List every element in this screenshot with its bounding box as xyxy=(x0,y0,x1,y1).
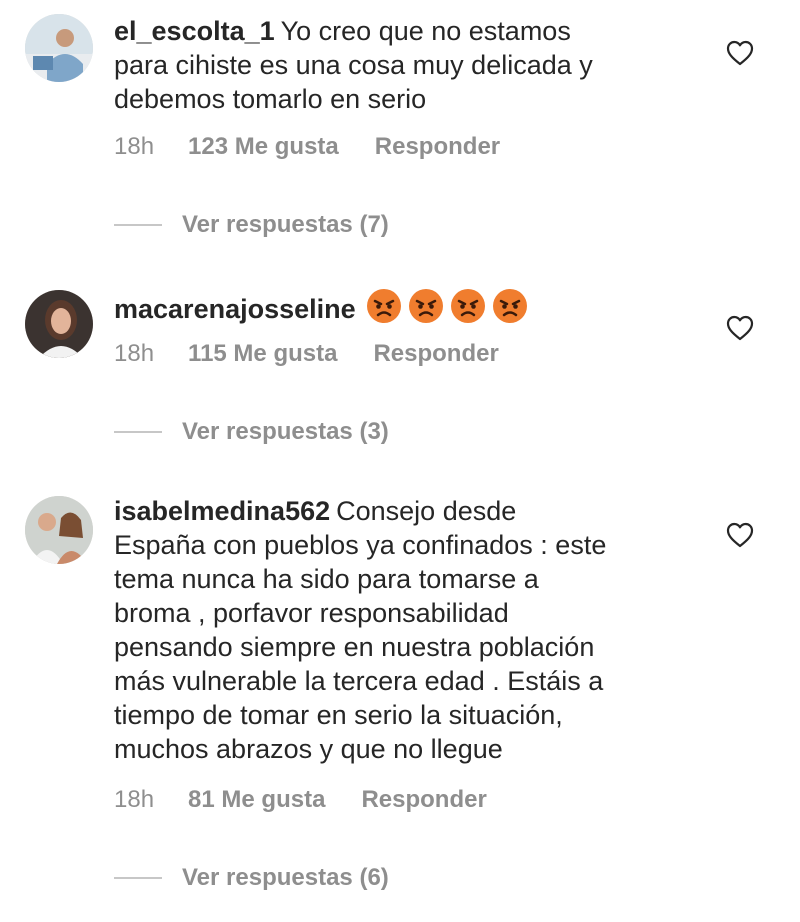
angry-face-icon xyxy=(450,289,485,323)
comment-text-block: el_escolta_1 Yo creo que no estamos para … xyxy=(114,14,684,116)
heart-outline-icon[interactable] xyxy=(726,40,754,66)
comment-likes[interactable]: 123 Me gusta xyxy=(188,133,339,161)
angry-face-icon xyxy=(408,289,443,323)
divider xyxy=(114,877,162,879)
emoji-row xyxy=(366,288,528,324)
angry-face-icon xyxy=(492,289,527,323)
comment-username[interactable]: macarenajosseline xyxy=(114,294,356,324)
reply-button[interactable]: Responder xyxy=(375,133,500,161)
comment-meta: 18h 115 Me gusta Responder xyxy=(114,340,499,368)
comment-time: 18h xyxy=(114,133,155,160)
comment-username[interactable]: el_escolta_1 xyxy=(114,16,275,46)
comment-likes[interactable]: 81 Me gusta xyxy=(188,786,325,814)
comment-time: 18h xyxy=(114,786,155,813)
avatar[interactable] xyxy=(25,290,93,358)
view-replies-label: Ver respuestas (7) xyxy=(182,211,389,238)
heart-outline-icon[interactable] xyxy=(726,315,754,341)
divider xyxy=(114,431,162,433)
view-replies-button[interactable]: Ver respuestas (3) xyxy=(114,418,389,446)
comment-meta: 18h 123 Me gusta Responder xyxy=(114,133,500,161)
heart-outline-icon[interactable] xyxy=(726,522,754,548)
angry-face-icon xyxy=(366,289,401,323)
avatar[interactable] xyxy=(25,14,93,82)
comment-text-block: macarenajosseline xyxy=(114,288,714,326)
comment-username[interactable]: isabelmedina562 xyxy=(114,496,330,526)
view-replies-label: Ver respuestas (3) xyxy=(182,418,389,445)
reply-button[interactable]: Responder xyxy=(373,340,498,368)
comment-time: 18h xyxy=(114,340,155,367)
view-replies-label: Ver respuestas (6) xyxy=(182,864,389,891)
view-replies-button[interactable]: Ver respuestas (7) xyxy=(114,211,389,239)
comment-body: Consejo desde España con pueblos ya conf… xyxy=(114,496,607,764)
view-replies-button[interactable]: Ver respuestas (6) xyxy=(114,864,389,892)
reply-button[interactable]: Responder xyxy=(361,786,486,814)
avatar[interactable] xyxy=(25,496,93,564)
comment-meta: 18h 81 Me gusta Responder xyxy=(114,786,487,814)
divider xyxy=(114,224,162,226)
comment-likes[interactable]: 115 Me gusta xyxy=(188,340,337,368)
comment-text-block: isabelmedina562 Consejo desde España con … xyxy=(114,494,684,766)
